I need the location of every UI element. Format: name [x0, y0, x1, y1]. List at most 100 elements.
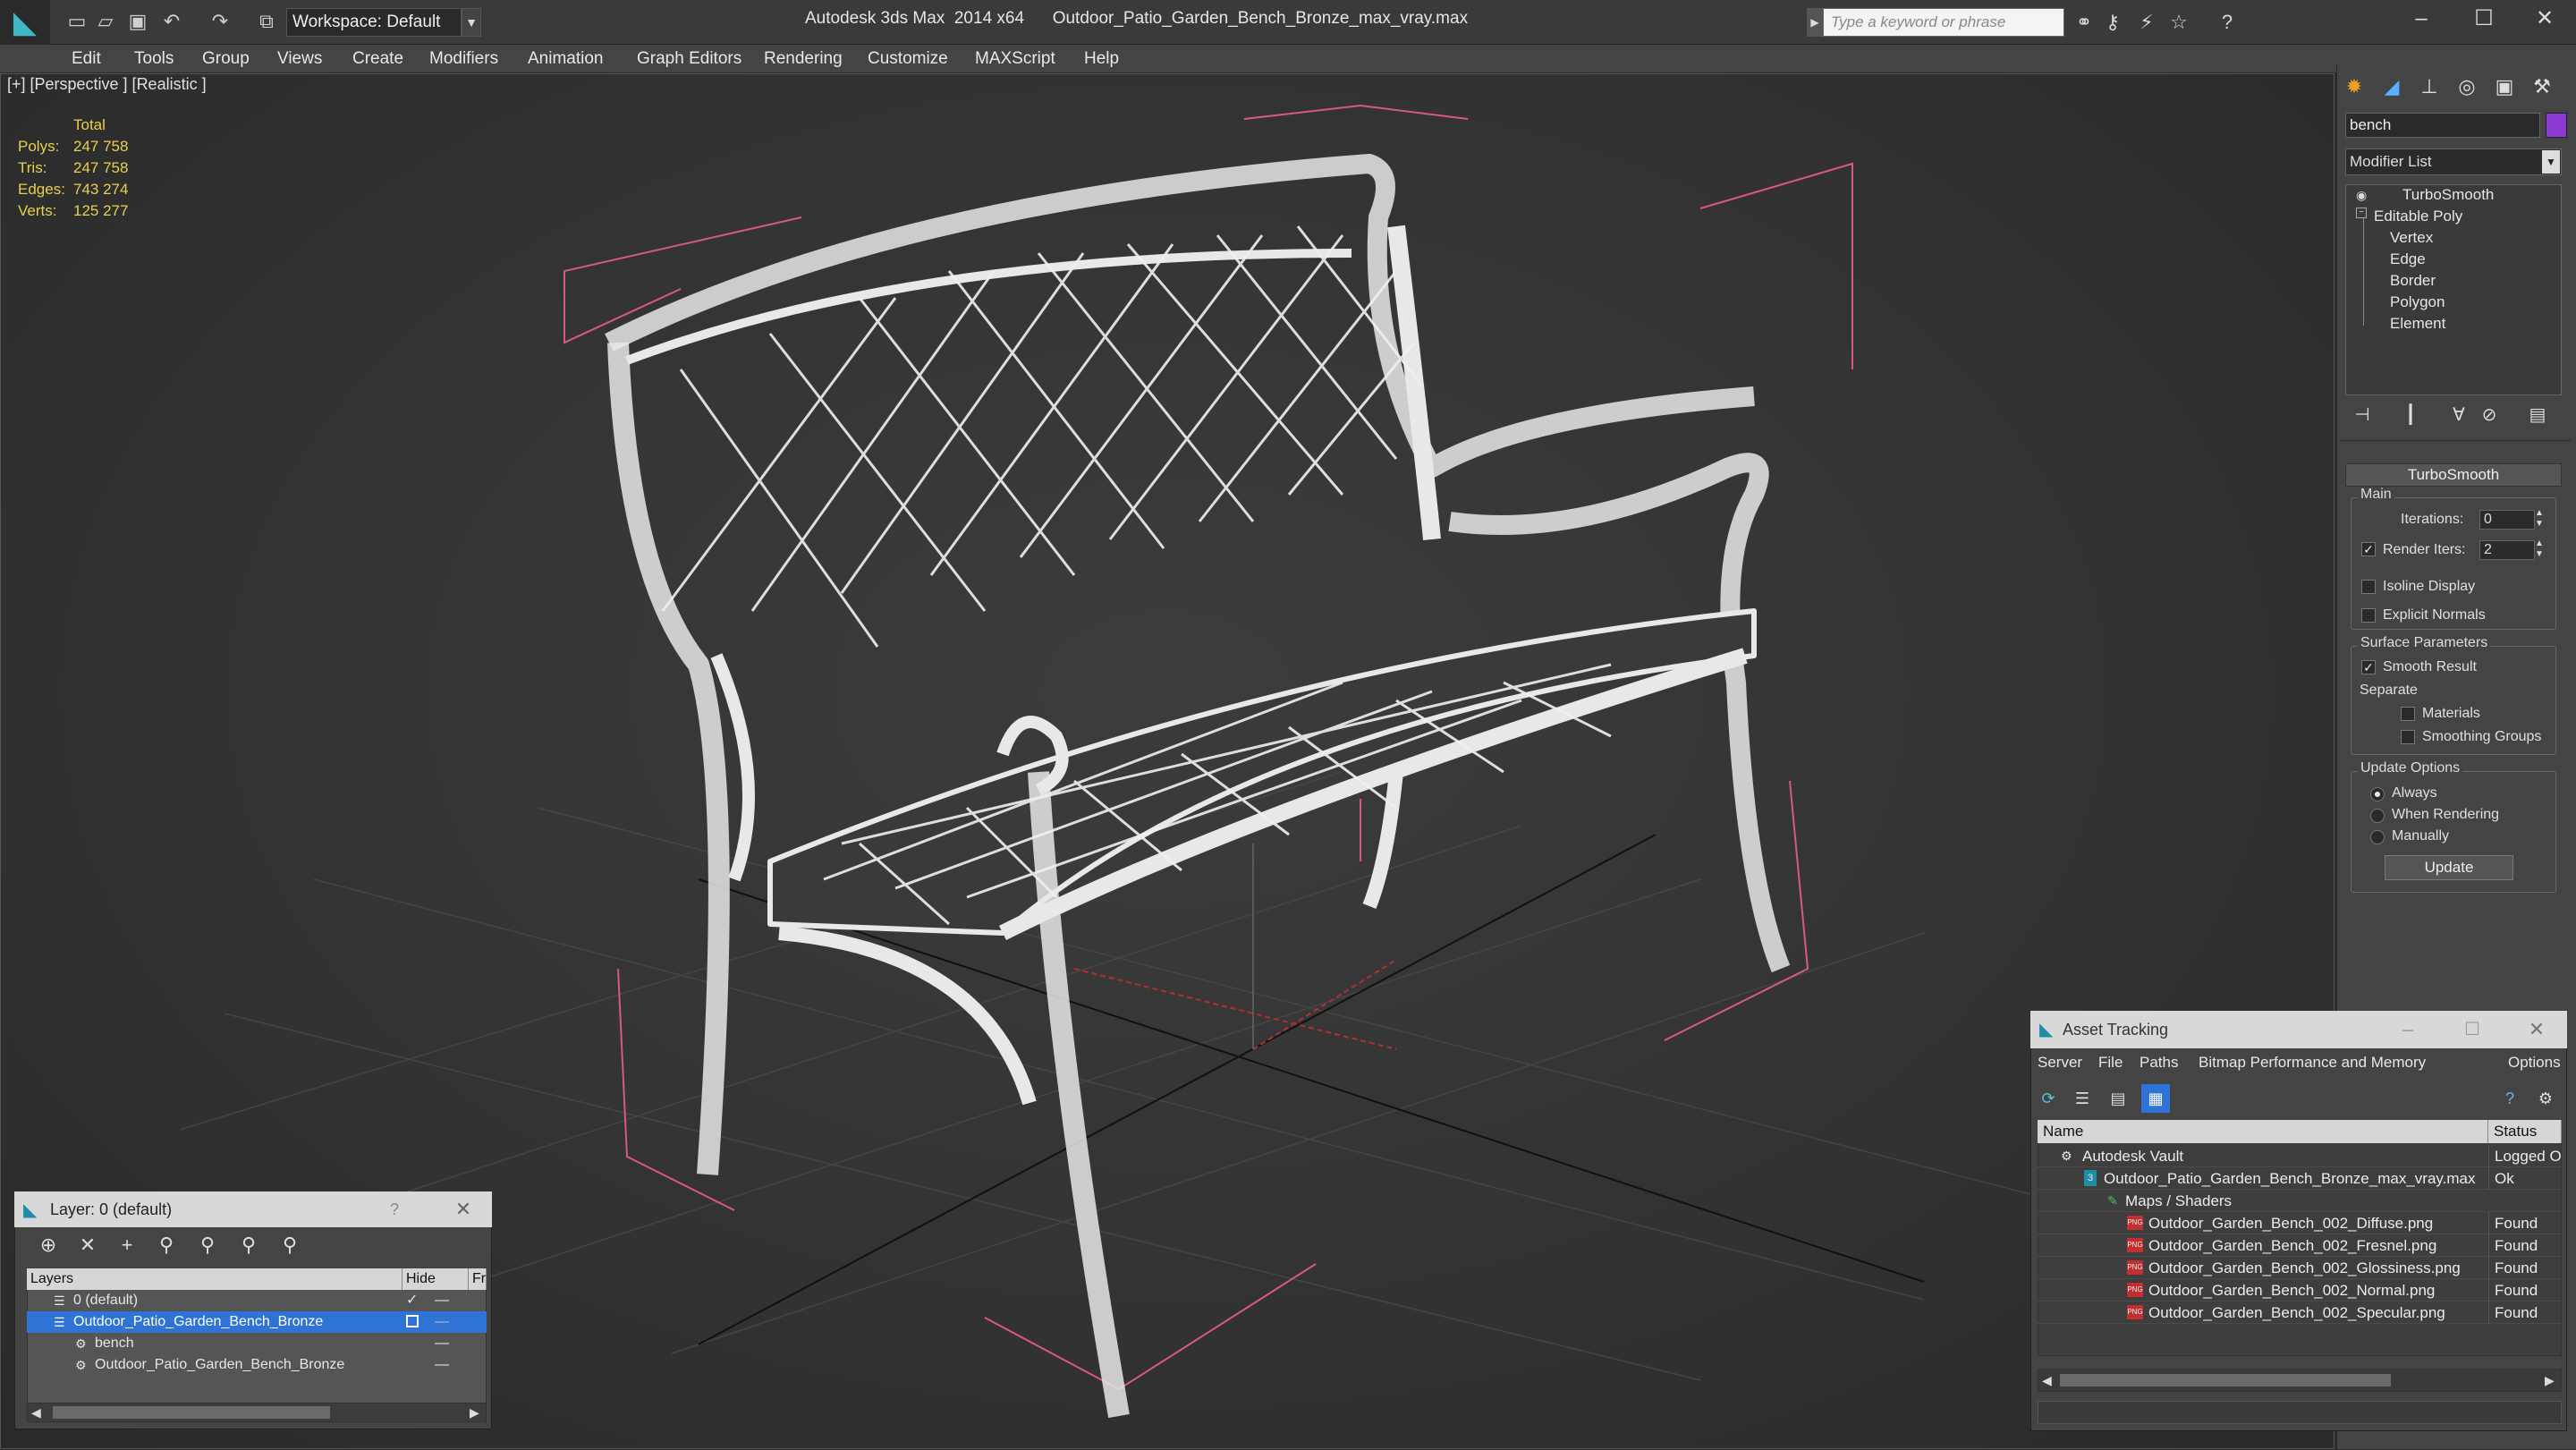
pin-stack-icon[interactable]: ⊣ [2349, 403, 2376, 428]
modify-tab-icon[interactable]: ◢ [2376, 72, 2408, 102]
delete-layer-icon[interactable]: ✕ [72, 1229, 104, 1261]
current-layer-box[interactable] [406, 1315, 419, 1327]
settings-icon[interactable]: ⚙ [2531, 1084, 2560, 1113]
render-iters-checkbox[interactable]: ✓ [2361, 542, 2376, 556]
menu-modifiers[interactable]: Modifiers [429, 45, 498, 73]
highlight-selected-layer-icon[interactable]: ⚲ [191, 1229, 224, 1261]
asset-row[interactable]: ✎ Maps / Shaders [2038, 1190, 2562, 1212]
select-objects-in-layer-icon[interactable]: ⚲ [150, 1229, 182, 1261]
undo-icon[interactable]: ↶ [159, 9, 184, 34]
table-view-icon[interactable]: ▦ [2141, 1084, 2170, 1113]
stack-sub-polygon[interactable]: Polygon [2390, 292, 2445, 313]
modifier-list-dropdown[interactable]: Modifier List [2345, 148, 2562, 175]
render-iters-spinner[interactable]: 2 [2479, 540, 2535, 560]
redo-icon[interactable]: ↷ [208, 9, 233, 34]
horizontal-scrollbar[interactable]: ◀ ▶ [2038, 1369, 2562, 1392]
key-icon[interactable]: ⚷ [2098, 9, 2127, 36]
layer-help-icon[interactable]: ? [390, 1191, 408, 1227]
search-input[interactable]: Type a keyword or phrase [1823, 8, 2064, 37]
collapse-icon[interactable]: − [2356, 208, 2367, 218]
asset-menu-file[interactable]: File [2098, 1048, 2123, 1077]
asset-row[interactable]: PNG Outdoor_Garden_Bench_002_Normal.png … [2038, 1279, 2562, 1302]
layer-row[interactable]: ☰ 0 (default) ✓ — [27, 1290, 487, 1311]
hide-toggle[interactable]: — [435, 1290, 449, 1311]
layer-dialog-title[interactable]: Layer: 0 (default) [14, 1191, 492, 1227]
object-color-swatch[interactable] [2546, 113, 2567, 138]
make-unique-icon[interactable]: ∀ [2445, 403, 2472, 428]
viewport-label[interactable]: [+] [Perspective ] [Realistic ] [7, 75, 207, 94]
hide-all-layers-icon[interactable]: ⚲ [233, 1229, 265, 1261]
menu-maxscript[interactable]: MAXScript [975, 45, 1055, 73]
chevron-down-icon[interactable]: ▼ [2542, 150, 2560, 174]
scrollbar-thumb[interactable] [53, 1406, 330, 1419]
layer-row-selected[interactable]: ☰ Outdoor_Patio_Garden_Bench_Bronze — [27, 1311, 487, 1333]
search-expand-icon[interactable]: ▶ [1807, 8, 1823, 37]
menu-animation[interactable]: Animation [528, 45, 604, 73]
menu-graph-editors[interactable]: Graph Editors [637, 45, 741, 73]
motion-tab-icon[interactable]: ◎ [2451, 72, 2483, 102]
menu-views[interactable]: Views [277, 45, 322, 73]
remove-modifier-icon[interactable]: ⊘ [2476, 403, 2503, 428]
hide-toggle[interactable]: — [435, 1354, 449, 1376]
hide-toggle[interactable]: — [435, 1311, 449, 1333]
configure-modifier-sets-icon[interactable]: ▤ [2524, 403, 2551, 428]
smoothing-groups-checkbox[interactable] [2401, 730, 2415, 744]
menu-group[interactable]: Group [202, 45, 250, 73]
show-end-result-icon[interactable]: ┃ [2397, 403, 2424, 428]
display-tab-icon[interactable]: ▣ [2488, 72, 2521, 102]
iterations-spinner[interactable]: 0 [2479, 510, 2535, 530]
detail-view-icon[interactable]: ▤ [2104, 1084, 2132, 1113]
object-row[interactable]: ⚙ Outdoor_Patio_Garden_Bench_Bronze — [27, 1354, 487, 1376]
asset-menu-server[interactable]: Server [2038, 1048, 2082, 1077]
list-view-icon[interactable]: ☰ [2068, 1084, 2097, 1113]
scroll-right-icon[interactable]: ▶ [2545, 1369, 2555, 1391]
stack-sub-edge[interactable]: Edge [2390, 249, 2426, 270]
asset-row[interactable]: ⚙ Autodesk Vault Logged O [2038, 1145, 2562, 1167]
manually-radio[interactable] [2370, 830, 2385, 844]
name-column-header[interactable]: Name [2038, 1120, 2488, 1143]
minimize-icon[interactable]: – [2388, 1011, 2428, 1048]
save-icon[interactable]: ▣ [125, 9, 150, 34]
maximize-icon[interactable]: ☐ [2453, 1011, 2492, 1048]
close-icon[interactable]: ✕ [2517, 1011, 2556, 1048]
chevron-down-icon[interactable]: ▼ [462, 8, 481, 37]
scrollbar-thumb[interactable] [2060, 1374, 2391, 1386]
menu-rendering[interactable]: Rendering [764, 45, 843, 73]
update-button[interactable]: Update [2385, 855, 2513, 880]
turbosmooth-rollout-header[interactable]: TurboSmooth [2345, 463, 2562, 487]
object-name-field[interactable]: bench [2345, 113, 2540, 138]
hide-column-header[interactable]: Hide [402, 1268, 469, 1290]
freeze-column-header[interactable]: Fr [469, 1268, 487, 1290]
freeze-all-layers-icon[interactable]: ⚲ [274, 1229, 306, 1261]
minimize-window-icon[interactable]: – [2390, 0, 2453, 38]
horizontal-scrollbar[interactable]: ◀ ▶ [27, 1403, 487, 1422]
asset-row[interactable]: PNG Outdoor_Garden_Bench_002_Specular.pn… [2038, 1302, 2562, 1324]
asset-row[interactable]: PNG Outdoor_Garden_Bench_002_Diffuse.png… [2038, 1212, 2562, 1234]
menu-customize[interactable]: Customize [868, 45, 948, 73]
close-window-icon[interactable]: ✕ [2513, 0, 2576, 38]
scroll-left-icon[interactable]: ◀ [2042, 1369, 2052, 1391]
spinner-arrows-icon[interactable]: ▲ ▼ [2535, 508, 2544, 530]
help-icon[interactable]: ? [2496, 1084, 2524, 1113]
smooth-result-checkbox[interactable]: ✓ [2361, 660, 2376, 674]
stack-sub-element[interactable]: Element [2390, 313, 2445, 335]
workspace-dropdown[interactable]: Workspace: Default [286, 8, 462, 37]
project-folder-icon[interactable]: ⧉ [254, 9, 279, 34]
asset-row[interactable]: 3 Outdoor_Patio_Garden_Bench_Bronze_max_… [2038, 1167, 2562, 1190]
stack-item-editable-poly[interactable]: Editable Poly [2374, 206, 2462, 227]
create-tab-icon[interactable]: ✹ [2338, 72, 2370, 102]
materials-checkbox[interactable] [2401, 707, 2415, 721]
asset-menu-options[interactable]: Options [2508, 1048, 2561, 1077]
stack-sub-vertex[interactable]: Vertex [2390, 227, 2433, 249]
app-logo-icon[interactable]: ◣ [0, 0, 50, 45]
stack-item-turbosmooth[interactable]: TurboSmooth [2402, 184, 2494, 206]
binoculars-icon[interactable]: ⚭ [2070, 9, 2098, 36]
exchange-icon[interactable]: ⚡ [2132, 9, 2161, 36]
menu-tools[interactable]: Tools [134, 45, 174, 73]
menu-create[interactable]: Create [352, 45, 403, 73]
object-row[interactable]: ⚙ bench — [27, 1333, 487, 1354]
hide-toggle[interactable]: — [435, 1333, 449, 1354]
explicit-normals-checkbox[interactable] [2361, 608, 2376, 623]
asset-menu-paths[interactable]: Paths [2140, 1048, 2178, 1077]
refresh-icon[interactable]: ⟳ [2034, 1084, 2063, 1113]
